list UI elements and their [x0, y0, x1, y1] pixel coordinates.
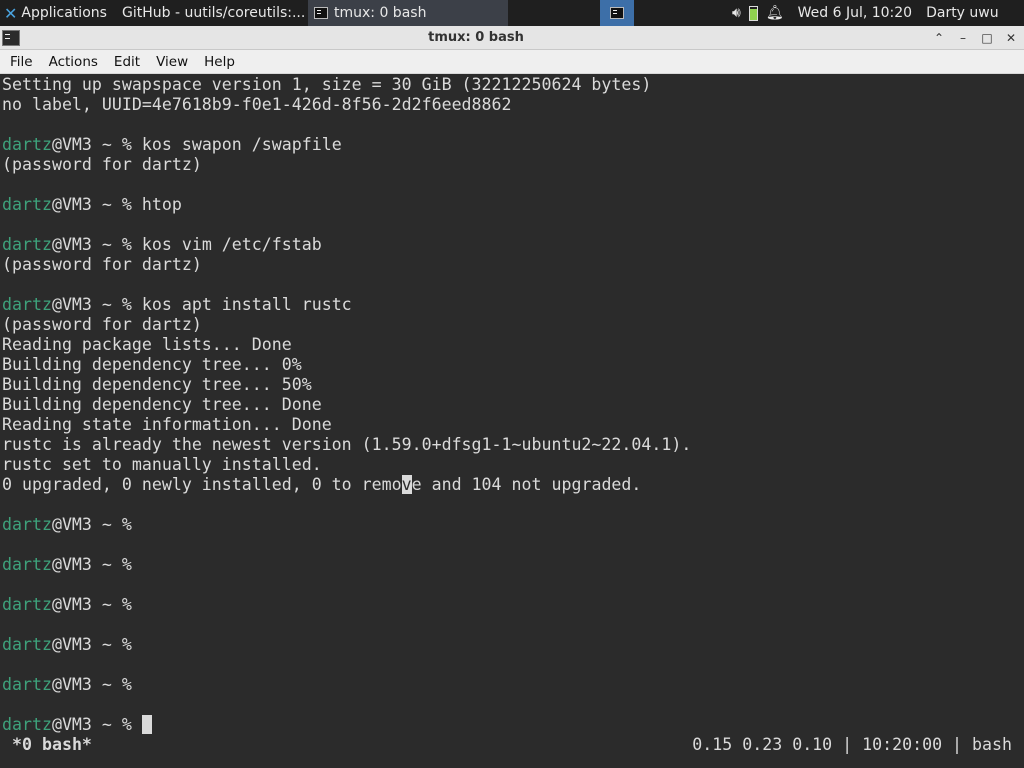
prompt-host-path: @VM3 ~ %	[51, 595, 142, 614]
terminal-output-line: Building dependency tree... 50%	[2, 375, 312, 394]
close-button[interactable]: ✕	[1004, 31, 1018, 45]
command-text: kos swapon /swapfile	[141, 135, 342, 154]
window-menu-icon[interactable]	[2, 29, 20, 46]
shell-prompt-line: dartz@VM3 ~ %	[2, 675, 1022, 695]
prompt-host-path: @VM3 ~ %	[51, 675, 142, 694]
terminal-icon	[314, 7, 328, 19]
menubar: File Actions Edit View Help	[0, 50, 1024, 74]
shell-prompt-line: dartz@VM3 ~ % kos apt install rustc	[2, 295, 1022, 315]
terminal-output-line: no label, UUID=4e7618b9-f0e1-426d-8f56-2…	[2, 95, 512, 114]
menu-actions[interactable]: Actions	[41, 50, 106, 74]
applications-menu-button[interactable]: ✕ Applications	[0, 0, 110, 26]
terminal-output-line: 0 upgraded, 0 newly installed, 0 to remo…	[2, 475, 1022, 495]
volume-icon[interactable]: 🔊︎	[732, 5, 741, 21]
prompt-user: dartz	[2, 235, 52, 254]
prompt-host-path: @VM3 ~ %	[51, 715, 142, 734]
shell-prompt-line: dartz@VM3 ~ % kos vim /etc/fstab	[2, 235, 1022, 255]
tmux-window-list: *0 bash*	[12, 735, 92, 754]
prompt-user: dartz	[2, 715, 52, 734]
terminal-icon	[610, 7, 624, 19]
terminal-output: Setting up swapspace version 1, size = 3…	[2, 75, 1022, 735]
command-text: htop	[141, 195, 182, 214]
tmux-status-right: 0.15 0.23 0.10 | 10:20:00 | bash	[692, 735, 1012, 754]
window-title: tmux: 0 bash	[428, 30, 524, 45]
applications-label: Applications	[21, 5, 107, 21]
prompt-user: dartz	[2, 635, 52, 654]
prompt-user: dartz	[2, 675, 52, 694]
menu-view[interactable]: View	[148, 50, 196, 74]
maximize-button[interactable]: □	[980, 31, 994, 45]
shell-prompt-line: dartz@VM3 ~ % kos swapon /swapfile	[2, 135, 1022, 155]
terminal-output-line: Building dependency tree... Done	[2, 395, 322, 414]
menu-help[interactable]: Help	[196, 50, 243, 74]
battery-icon[interactable]	[748, 5, 758, 21]
terminal-output-line: Reading package lists... Done	[2, 335, 292, 354]
output-text: e and 104 not upgraded.	[411, 475, 642, 494]
prompt-host-path: @VM3 ~ %	[51, 135, 142, 154]
terminal-area[interactable]: Setting up swapspace version 1, size = 3…	[0, 74, 1024, 768]
prompt-user: dartz	[2, 135, 52, 154]
terminal-output-line: Setting up swapspace version 1, size = 3…	[2, 75, 652, 94]
prompt-user: dartz	[2, 295, 52, 314]
menu-file[interactable]: File	[0, 50, 41, 74]
prompt-user: dartz	[2, 595, 52, 614]
command-text: kos vim /etc/fstab	[141, 235, 322, 254]
shell-prompt-line: dartz@VM3 ~ %	[2, 515, 1022, 535]
user-menu[interactable]: Darty uwu	[926, 5, 999, 21]
terminal-output-line: rustc is already the newest version (1.5…	[2, 435, 692, 454]
selection-highlight: v	[401, 475, 412, 494]
command-text: kos apt install rustc	[141, 295, 352, 314]
shell-prompt-line: dartz@VM3 ~ %	[2, 555, 1022, 575]
menu-edit[interactable]: Edit	[106, 50, 148, 74]
terminal-output-line: rustc set to manually installed.	[2, 455, 322, 474]
xfce-logo-icon: ✕	[4, 3, 18, 23]
taskbar-item-label: GitHub - uutils/coreutils:...	[122, 5, 306, 21]
terminal-output-line: Reading state information... Done	[2, 415, 332, 434]
text-cursor	[141, 715, 152, 734]
workspace-switcher[interactable]	[600, 0, 634, 26]
prompt-user: dartz	[2, 555, 52, 574]
taskbar-item-terminal[interactable]: tmux: 0 bash	[308, 0, 508, 26]
terminal-output-line: (password for dartz)	[2, 315, 202, 334]
shell-prompt-line: dartz@VM3 ~ %	[2, 595, 1022, 615]
window-titlebar[interactable]: tmux: 0 bash ⌃ – □ ✕	[0, 26, 1024, 50]
terminal-output-line: (password for dartz)	[2, 255, 202, 274]
prompt-host-path: @VM3 ~ %	[51, 515, 142, 534]
terminal-output-line: Building dependency tree... 0%	[2, 355, 302, 374]
shell-prompt-line: dartz@VM3 ~ %	[2, 715, 1022, 735]
notification-bell-icon[interactable]: 🔔︎	[766, 5, 784, 21]
minimize-button[interactable]: –	[956, 31, 970, 45]
prompt-host-path: @VM3 ~ %	[51, 235, 142, 254]
system-tray: 🔊︎ 🔔︎ Wed 6 Jul, 10:20 Darty uwu	[732, 0, 1003, 26]
taskbar-item-label: tmux: 0 bash	[334, 5, 427, 21]
shell-prompt-line: dartz@VM3 ~ % htop	[2, 195, 1022, 215]
output-text: 0 upgraded, 0 newly installed, 0 to remo	[2, 475, 402, 494]
tmux-status-bar: *0 bash* 0.15 0.23 0.10 | 10:20:00 | bas…	[0, 735, 1024, 755]
prompt-host-path: @VM3 ~ %	[51, 635, 142, 654]
prompt-user: dartz	[2, 195, 52, 214]
prompt-host-path: @VM3 ~ %	[51, 555, 142, 574]
prompt-host-path: @VM3 ~ %	[51, 295, 142, 314]
clock[interactable]: Wed 6 Jul, 10:20	[798, 5, 912, 21]
chevron-up-icon[interactable]: ⌃	[932, 31, 946, 45]
prompt-user: dartz	[2, 515, 52, 534]
prompt-host-path: @VM3 ~ %	[51, 195, 142, 214]
top-panel: ✕ Applications GitHub - uutils/coreutils…	[0, 0, 1024, 26]
shell-prompt-line: dartz@VM3 ~ %	[2, 635, 1022, 655]
taskbar-item-firefox[interactable]: GitHub - uutils/coreutils:...	[110, 0, 308, 26]
terminal-output-line: (password for dartz)	[2, 155, 202, 174]
